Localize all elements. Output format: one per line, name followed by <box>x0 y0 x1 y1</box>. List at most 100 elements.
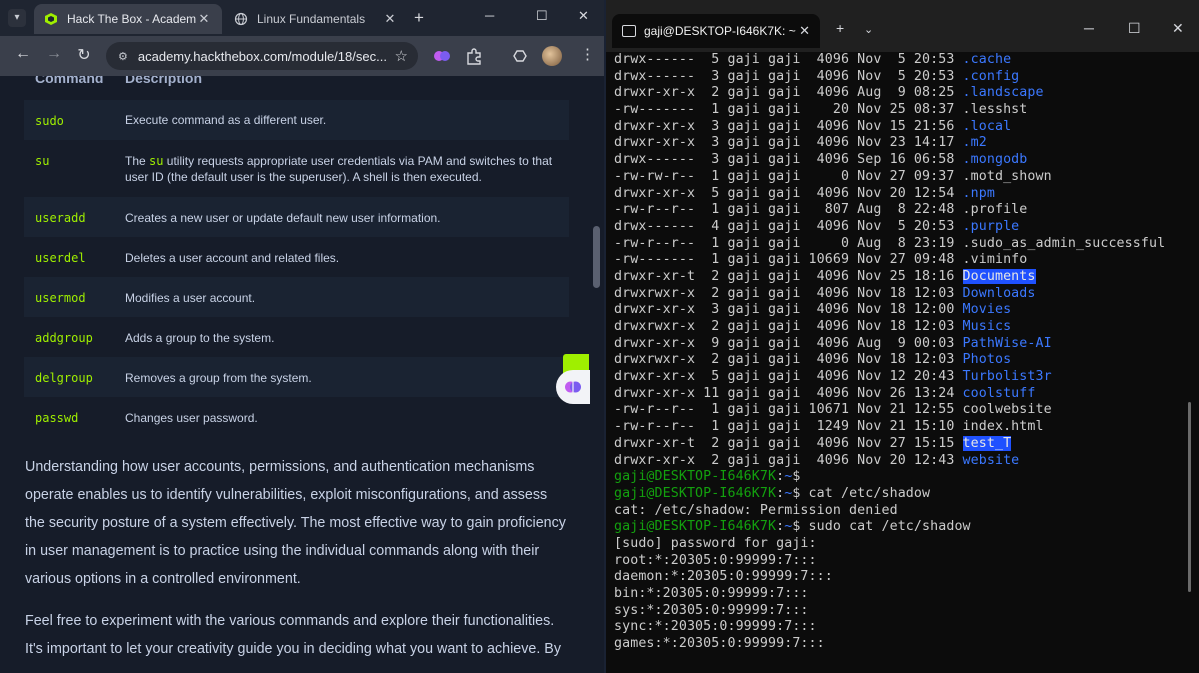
file-metadata: -rw-rw-r-- 1 gaji gaji 0 Nov 27 09:37 <box>614 168 963 184</box>
description-cell: Creates a new user or update default new… <box>125 211 441 225</box>
reload-icon[interactable]: ↻ <box>73 45 95 65</box>
file-metadata: drwx------ 4 gaji gaji 4096 Nov 5 20:53 <box>614 218 963 234</box>
command-cell: useradd <box>35 211 86 225</box>
ls-entry: drwxrwxr-x 2 gaji gaji 4096 Nov 18 12:03… <box>614 352 1194 369</box>
ls-entry: drwxr-xr-x 5 gaji gaji 4096 Nov 20 12:54… <box>614 186 1194 203</box>
maximize-icon[interactable]: ☐ <box>536 8 548 24</box>
url-text[interactable]: academy.hackthebox.com/module/18/sec... <box>138 49 395 64</box>
directory-name: test_T <box>962 435 1012 451</box>
description-cell: Modifies a user account. <box>125 291 256 305</box>
directory-name: .cache <box>962 52 1012 67</box>
directory-name: .m2 <box>962 135 987 151</box>
ls-entry: drwxr-xr-x 3 gaji gaji 4096 Nov 18 12:00… <box>614 302 1194 319</box>
file-name: index.html <box>962 419 1044 435</box>
file-metadata: drwxr-xr-x 9 gaji gaji 4096 Aug 9 00:03 <box>614 335 963 351</box>
terminal-output-line: [sudo] password for gaji: <box>614 535 817 551</box>
ls-entry: drwxr-xr-t 2 gaji gaji 4096 Nov 27 15:15… <box>614 435 1194 453</box>
file-name: .sudo_as_admin_successful <box>962 235 1166 251</box>
ls-entry: drwx------ 5 gaji gaji 4096 Nov 5 20:53 … <box>614 52 1194 69</box>
file-metadata: drwxr-xr-x 11 gaji gaji 4096 Nov 26 13:2… <box>614 385 963 401</box>
maximize-icon[interactable]: ☐ <box>1128 20 1141 37</box>
ls-entry: drwx------ 3 gaji gaji 4096 Sep 16 06:58… <box>614 152 1194 169</box>
table-row: useradd Creates a new user or update def… <box>24 197 569 237</box>
terminal-output-line: daemon:*:20305:0:99999:7::: <box>614 569 833 585</box>
browser-toolbar: ← → ↻ ⚙ academy.hackthebox.com/module/18… <box>0 36 604 76</box>
file-metadata: -rw------- 1 gaji gaji 20 Nov 25 08:37 <box>614 102 963 118</box>
copilot-icon[interactable] <box>511 46 531 66</box>
new-tab-icon[interactable]: + <box>836 20 844 36</box>
file-metadata: drwxr-xr-x 3 gaji gaji 4096 Nov 18 12:00 <box>614 302 963 318</box>
brain-icon <box>565 381 581 393</box>
extension-brain-icon[interactable] <box>432 46 452 66</box>
terminal-tab[interactable]: gaji@DESKTOP-I646K7K: ~ ✕ <box>612 14 820 48</box>
close-icon[interactable]: ✕ <box>196 11 212 27</box>
close-window-icon[interactable]: ✕ <box>1172 20 1184 37</box>
terminal-output-line: bin:*:20305:0:99999:7::: <box>614 586 809 601</box>
file-metadata: -rw-r--r-- 1 gaji gaji 10671 Nov 21 12:5… <box>614 402 963 418</box>
ls-entry: -rw------- 1 gaji gaji 10669 Nov 27 09:4… <box>614 252 1194 269</box>
terminal-window: gaji@DESKTOP-I646K7K: ~ ✕ + ⌄ ─ ☐ ✕ drwx… <box>606 0 1199 673</box>
terminal-output[interactable]: drwx------ 5 gaji gaji 4096 Nov 5 20:53 … <box>614 52 1194 653</box>
terminal-output-line: sys:*:20305:0:99999:7::: <box>614 602 809 618</box>
file-metadata: drwxrwxr-x 2 gaji gaji 4096 Nov 18 12:03 <box>614 319 963 334</box>
directory-name: Musics <box>962 319 1012 334</box>
file-metadata: drwxr-xr-x 5 gaji gaji 4096 Nov 20 12:54 <box>614 185 963 201</box>
directory-name: Movies <box>962 302 1012 318</box>
description-cell: Changes user password. <box>125 411 258 425</box>
file-name: .motd_shown <box>962 168 1052 184</box>
menu-icon[interactable]: ⋮ <box>580 45 595 63</box>
close-icon[interactable]: ✕ <box>799 23 810 39</box>
page-scrollbar-thumb[interactable] <box>593 226 600 288</box>
globe-icon <box>234 12 248 26</box>
ls-entry: drwxr-xr-x 3 gaji gaji 4096 Nov 23 14:17… <box>614 135 1194 152</box>
close-icon[interactable]: ✕ <box>382 11 398 27</box>
terminal-scrollbar[interactable] <box>1188 402 1191 592</box>
file-metadata: -rw-r--r-- 1 gaji gaji 0 Aug 8 23:19 <box>614 235 963 251</box>
site-info-icon[interactable]: ⚙ <box>118 50 128 63</box>
bookmark-star-icon[interactable]: ☆ <box>395 47 408 65</box>
ls-entry: drwx------ 4 gaji gaji 4096 Nov 5 20:53 … <box>614 219 1194 236</box>
directory-name: .purple <box>962 218 1020 234</box>
address-bar[interactable]: ⚙ academy.hackthebox.com/module/18/sec..… <box>106 42 418 70</box>
directory-name: .local <box>962 118 1012 134</box>
ls-entry: -rw-r--r-- 1 gaji gaji 10671 Nov 21 12:5… <box>614 402 1194 419</box>
file-metadata: drwxr-xr-t 2 gaji gaji 4096 Nov 25 18:16 <box>614 268 963 284</box>
close-window-icon[interactable]: ✕ <box>578 8 589 24</box>
minimize-icon[interactable]: ─ <box>485 8 494 23</box>
ls-entry: drwxr-xr-x 5 gaji gaji 4096 Nov 12 20:43… <box>614 369 1194 386</box>
page-scrollbar-track[interactable] <box>592 76 602 673</box>
command-cell: addgroup <box>35 331 93 345</box>
tab-linux-fundamentals[interactable]: Linux Fundamentals ✕ <box>224 4 408 34</box>
ls-entry: -rw-r--r-- 1 gaji gaji 1249 Nov 21 15:10… <box>614 419 1194 436</box>
page-content: Command Description sudo Execute command… <box>0 76 604 673</box>
description-cell: Execute command as a different user. <box>125 113 327 127</box>
minimize-icon[interactable]: ─ <box>1084 20 1094 36</box>
directory-name: Turbolist3r <box>962 369 1052 385</box>
prompt-separator: : <box>776 519 785 535</box>
column-header: Description <box>125 76 203 86</box>
profile-avatar[interactable] <box>542 46 562 66</box>
file-metadata: drwxr-xr-x 2 gaji gaji 4096 Aug 9 08:25 <box>614 85 963 101</box>
command-cell: delgroup <box>35 371 93 385</box>
file-name: .profile <box>962 202 1028 218</box>
description-cell: The su utility requests appropriate user… <box>125 153 555 185</box>
tab-hack-the-box-academy[interactable]: Hack The Box - Academy ✕ <box>34 4 222 34</box>
tab-search-button[interactable]: ▾ <box>8 9 26 27</box>
floating-extension-button[interactable] <box>556 370 590 404</box>
htb-logo-icon <box>45 13 57 25</box>
directory-name: .landscape <box>962 85 1044 101</box>
ls-entry: drwxr-xr-x 9 gaji gaji 4096 Aug 9 00:03 … <box>614 336 1194 353</box>
forward-icon[interactable]: → <box>43 45 65 63</box>
file-metadata: drwxr-xr-x 5 gaji gaji 4096 Nov 12 20:43 <box>614 369 963 385</box>
directory-name: .mongodb <box>962 152 1028 168</box>
terminal-titlebar: gaji@DESKTOP-I646K7K: ~ ✕ + ⌄ ─ ☐ ✕ <box>606 0 1199 52</box>
extensions-puzzle-icon[interactable] <box>464 46 484 66</box>
back-icon[interactable]: ← <box>12 45 34 63</box>
inline-code: su <box>149 154 164 168</box>
file-name: .lesshst <box>962 102 1028 118</box>
command-cell: usermod <box>35 291 86 305</box>
new-tab-button[interactable]: + <box>414 8 424 28</box>
directory-name: coolstuff <box>962 385 1036 401</box>
ls-entry: -rw-rw-r-- 1 gaji gaji 0 Nov 27 09:37 .m… <box>614 169 1194 186</box>
chevron-down-icon[interactable]: ⌄ <box>864 23 873 36</box>
